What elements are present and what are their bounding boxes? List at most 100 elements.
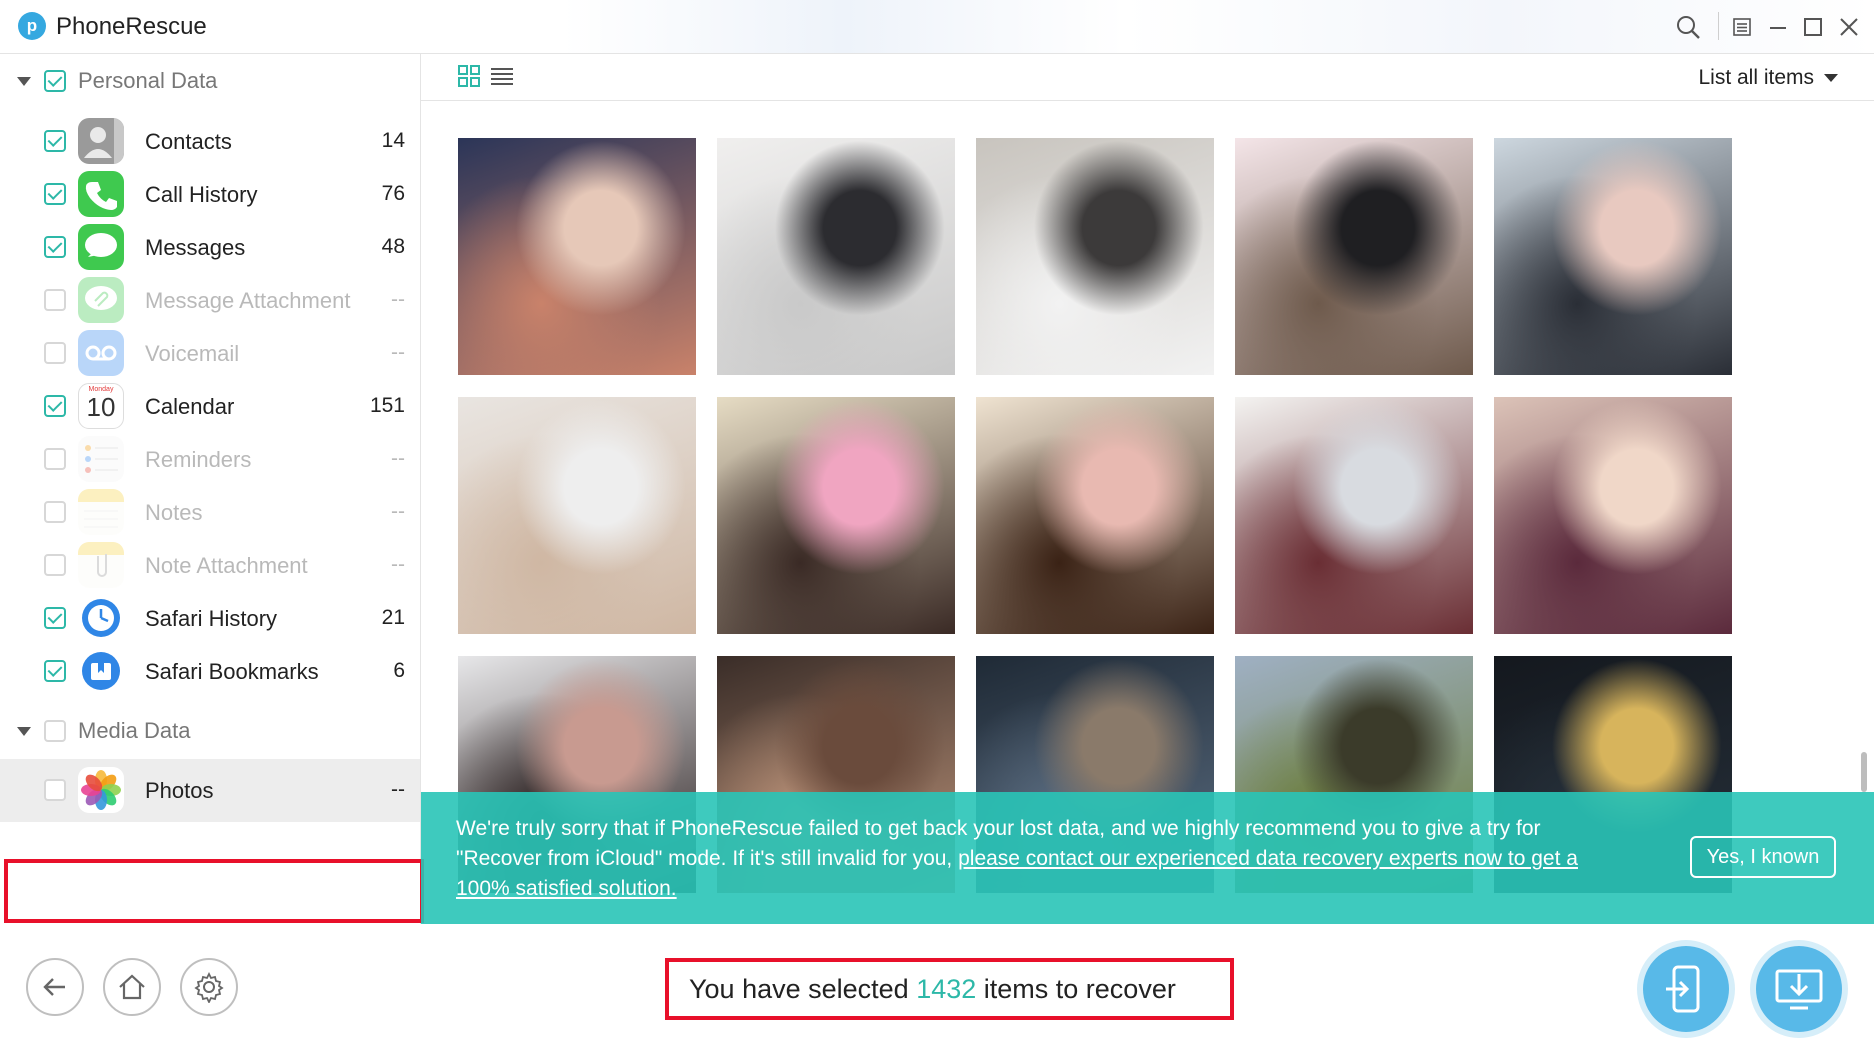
home-icon <box>119 974 145 1000</box>
reminders-icon <box>78 436 124 482</box>
back-arrow-icon <box>43 978 65 996</box>
item-count: 6 <box>393 659 405 682</box>
beach-couple-photo[interactable] <box>1494 138 1732 375</box>
item-checkbox[interactable] <box>44 183 66 205</box>
title-bar: p PhoneRescue <box>0 0 1874 54</box>
voicemail-icon <box>78 330 124 376</box>
phone-icon <box>78 171 124 217</box>
gear-icon <box>194 971 224 1003</box>
item-checkbox[interactable] <box>44 342 66 364</box>
item-checkbox[interactable] <box>44 501 66 523</box>
item-checkbox[interactable] <box>44 236 66 258</box>
item-count: -- <box>391 447 405 470</box>
message-attachment-icon <box>78 277 124 323</box>
item-label: Photos <box>145 778 214 803</box>
item-label: Calendar <box>145 394 235 419</box>
item-label: Call History <box>145 182 258 207</box>
item-checkbox[interactable] <box>44 554 66 576</box>
banner-message: We're truly sorry that if PhoneRescue fa… <box>456 814 1596 904</box>
chevron-down-icon <box>1824 74 1838 82</box>
item-label: Safari History <box>145 606 278 631</box>
item-label: Note Attachment <box>145 553 308 578</box>
item-checkbox[interactable] <box>44 448 66 470</box>
item-checkbox[interactable] <box>44 660 66 682</box>
yes-i-known-button[interactable]: Yes, I known <box>1690 836 1836 878</box>
minimize-icon[interactable] <box>1761 10 1795 44</box>
selected-prefix: You have selected <box>689 973 917 1004</box>
item-count: 14 <box>381 129 405 152</box>
phonerescue-logo-icon: p <box>18 12 46 40</box>
item-label: Messages <box>145 235 246 260</box>
recover-to-device-icon <box>1666 965 1700 1013</box>
category-sidebar: Personal Data Contacts 14 Call History 7… <box>0 54 421 924</box>
calendar-day-label: 10 <box>86 392 116 422</box>
bride-veil-photo[interactable] <box>717 138 955 375</box>
item-count: -- <box>391 500 405 523</box>
wedding-hall-photo[interactable] <box>976 138 1214 375</box>
view-toolbar: List all items <box>421 54 1874 101</box>
item-checkbox[interactable] <box>44 130 66 152</box>
menu-icon[interactable] <box>1725 10 1759 44</box>
selected-count: 1432 <box>916 973 977 1004</box>
home-button[interactable] <box>103 958 161 1016</box>
item-label: Contacts <box>145 129 232 154</box>
group-personal-data[interactable]: Personal Data <box>0 56 420 106</box>
recovery-tip-banner: We're truly sorry that if PhoneRescue fa… <box>421 792 1874 924</box>
cartoon-cat-girl-photo[interactable] <box>717 397 955 634</box>
group-checkbox[interactable] <box>44 720 66 742</box>
item-count: 21 <box>381 606 405 629</box>
note-attachment-icon <box>78 542 124 588</box>
maximize-icon[interactable] <box>1796 10 1830 44</box>
settings-button[interactable] <box>180 958 238 1016</box>
item-label: Reminders <box>145 447 252 472</box>
back-button[interactable] <box>26 958 84 1016</box>
sidebar-item-photos[interactable]: Photos -- <box>0 759 420 822</box>
grid-view-icon[interactable] <box>457 64 483 90</box>
expand-caret-icon[interactable] <box>17 726 31 736</box>
item-checkbox[interactable] <box>44 289 66 311</box>
safari-history-icon <box>78 595 124 641</box>
safari-bookmarks-icon <box>78 648 124 694</box>
item-count: 151 <box>369 394 405 417</box>
selected-count-summary: You have selected 1432 items to recover <box>665 958 1234 1020</box>
family-baby-photo[interactable] <box>458 397 696 634</box>
hijab-drawing-photo[interactable] <box>1494 397 1732 634</box>
sidebar-item-safari-bookmarks[interactable]: Safari Bookmarks 6 <box>0 640 420 703</box>
photos-icon <box>78 767 124 813</box>
item-label: Voicemail <box>145 341 240 366</box>
recover-to-computer-button[interactable] <box>1756 946 1842 1032</box>
titlebar-separator <box>1718 12 1719 40</box>
cartoon-girl-braids-photo[interactable] <box>976 397 1214 634</box>
item-count: -- <box>391 778 405 801</box>
list-view-icon[interactable] <box>489 64 515 90</box>
group-label: Media Data <box>78 718 191 743</box>
close-icon[interactable] <box>1832 10 1866 44</box>
photos-highlight-box <box>4 859 424 923</box>
search-icon[interactable] <box>1671 10 1705 44</box>
calendar-icon: Monday 10 <box>78 383 124 429</box>
item-count: 76 <box>381 182 405 205</box>
item-count: -- <box>391 288 405 311</box>
item-checkbox[interactable] <box>44 395 66 417</box>
item-label: Safari Bookmarks <box>145 659 319 684</box>
expand-caret-icon[interactable] <box>17 76 31 86</box>
couple-kiss-photo[interactable] <box>458 138 696 375</box>
contacts-icon <box>78 118 124 164</box>
scrollbar-thumb[interactable] <box>1861 752 1867 792</box>
list-all-items-dropdown[interactable]: List all items <box>1698 66 1838 90</box>
app-title: PhoneRescue <box>56 13 207 40</box>
item-count: -- <box>391 341 405 364</box>
group-media-data[interactable]: Media Data <box>0 706 420 756</box>
mirror-selfie-photo[interactable] <box>1235 138 1473 375</box>
girls-selfie-drawing-photo[interactable] <box>1235 397 1473 634</box>
group-label: Personal Data <box>78 68 218 93</box>
item-label: Notes <box>145 500 203 525</box>
messages-icon <box>78 224 124 270</box>
notes-icon <box>78 489 124 535</box>
item-checkbox[interactable] <box>44 607 66 629</box>
recover-to-computer-icon <box>1775 969 1823 1010</box>
recover-to-device-button[interactable] <box>1643 946 1729 1032</box>
group-checkbox[interactable] <box>44 70 66 92</box>
item-checkbox[interactable] <box>44 779 66 801</box>
item-count: 48 <box>381 235 405 258</box>
